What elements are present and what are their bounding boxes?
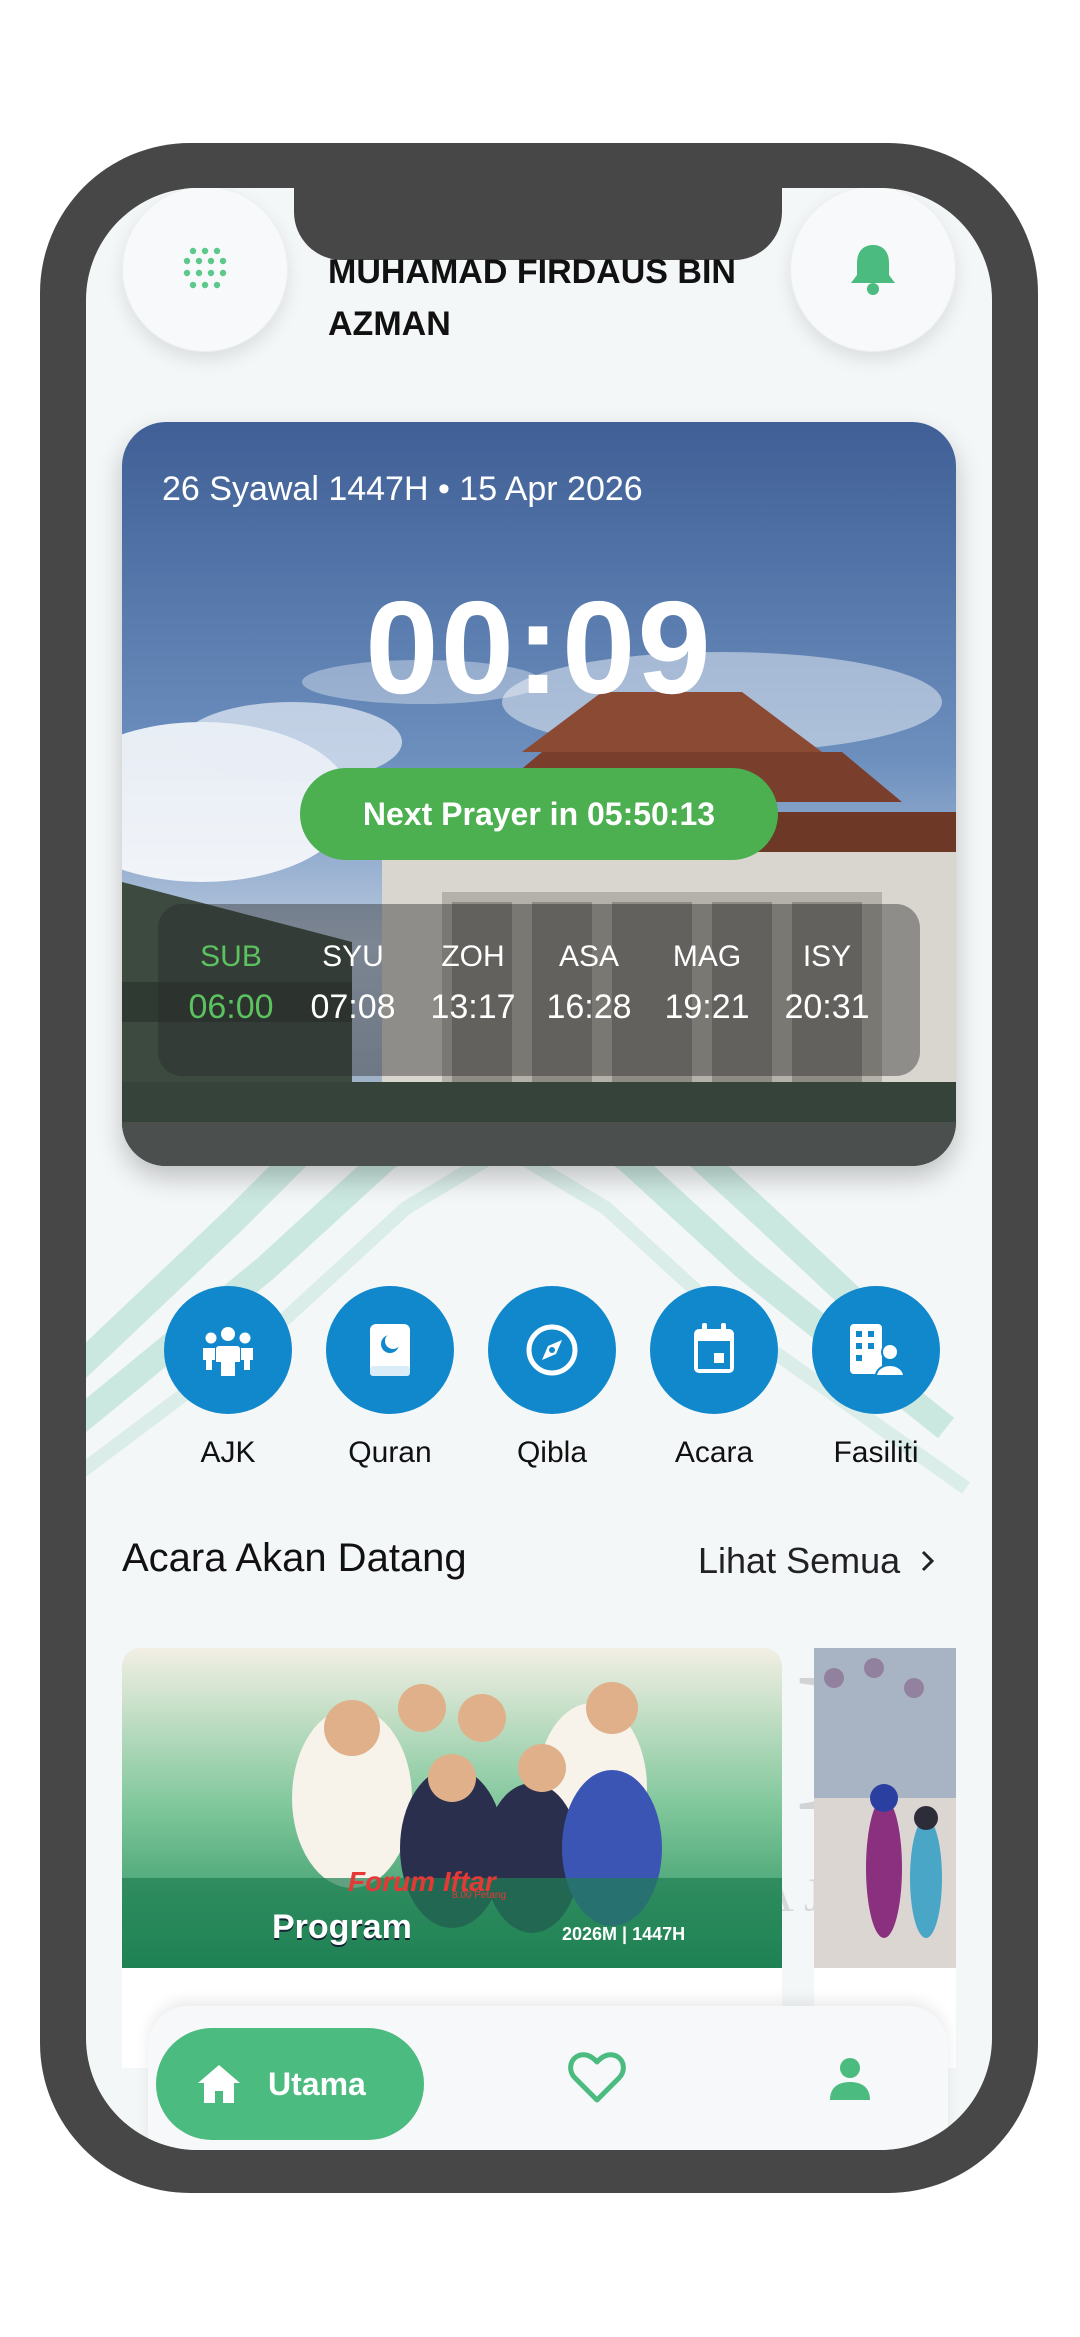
quick-action-acara[interactable]: Acara bbox=[650, 1286, 778, 1470]
quran-book-icon bbox=[370, 1324, 410, 1376]
quick-action-qibla[interactable]: Qibla bbox=[488, 1286, 616, 1470]
quick-action-label: Acara bbox=[674, 1436, 754, 1469]
poster-program: Program bbox=[272, 1908, 412, 1946]
nav-profile-button[interactable] bbox=[828, 2056, 872, 2107]
prayer-time: 06:00 bbox=[188, 988, 274, 1026]
quick-action-circle[interactable] bbox=[650, 1286, 778, 1414]
grid-dots-icon bbox=[183, 247, 227, 289]
quick-action-label: Qibla bbox=[516, 1436, 588, 1469]
person-icon bbox=[830, 2058, 870, 2100]
heart-icon bbox=[568, 2052, 626, 2103]
notification-button[interactable] bbox=[790, 188, 956, 352]
quick-action-fasiliti[interactable]: Fasiliti bbox=[812, 1286, 940, 1470]
prayer-name: SYU bbox=[322, 940, 384, 973]
event-photo-image bbox=[814, 1648, 956, 1968]
quick-action-circle[interactable] bbox=[164, 1286, 292, 1414]
prayer-time: 13:17 bbox=[430, 988, 516, 1026]
see-all-label: Lihat Semua bbox=[698, 1540, 901, 1581]
nav-home-label: Utama bbox=[268, 2065, 366, 2102]
app-screen: MASJID BANDAR BUKIT RAJA MUHAMAD FIRDAUS… bbox=[86, 188, 992, 2150]
prayer-time: 07:08 bbox=[310, 988, 396, 1026]
upcoming-events-title: Acara Akan Datang bbox=[122, 1536, 467, 1580]
see-all-link[interactable]: Lihat Semua bbox=[698, 1540, 938, 1582]
prayer-time: 16:28 bbox=[546, 988, 632, 1026]
quick-action-circle[interactable] bbox=[812, 1286, 940, 1414]
people-icon bbox=[203, 1327, 253, 1376]
user-name: MUHAMAD FIRDAUS BIN AZMAN bbox=[328, 253, 736, 343]
quick-action-label: Fasiliti bbox=[833, 1436, 919, 1469]
event-card[interactable]: Forum Iftar 8.00 Petang Program 2026M | … bbox=[122, 1648, 782, 1968]
compass-icon bbox=[526, 1324, 578, 1376]
quick-action-circle[interactable] bbox=[488, 1286, 616, 1414]
quick-action-ajk[interactable]: AJK bbox=[164, 1286, 292, 1470]
home-icon bbox=[198, 2065, 240, 2103]
quick-action-label: Quran bbox=[348, 1436, 432, 1469]
prayer-name: ZOH bbox=[441, 940, 505, 973]
prayer-time-sub: SUB 06:00 bbox=[176, 940, 286, 1027]
hijri-gregorian-date: 26 Syawal 1447H • 15 Apr 2026 bbox=[162, 470, 643, 508]
prayer-time-zoh: ZOH 13:17 bbox=[418, 940, 528, 1027]
prayer-time-asa: ASA 16:28 bbox=[534, 940, 644, 1027]
prayer-name: SUB bbox=[200, 940, 262, 973]
event-card[interactable] bbox=[814, 1648, 956, 1968]
prayer-name: MAG bbox=[672, 940, 742, 973]
bell-icon bbox=[851, 245, 895, 295]
chevron-right-icon bbox=[922, 1550, 935, 1572]
prayer-name: ISY bbox=[802, 940, 852, 973]
current-time: 00:09 bbox=[365, 574, 713, 721]
prayer-time-isy: ISY 20:31 bbox=[772, 940, 882, 1027]
prayer-time: 20:31 bbox=[784, 988, 870, 1026]
quick-action-circle[interactable] bbox=[326, 1286, 454, 1414]
building-user-icon bbox=[850, 1324, 906, 1377]
prayer-times-row: SUB 06:00 SYU 07:08 ZOH 13:17 ASA 16:28 … bbox=[158, 904, 920, 1076]
prayer-name: ASA bbox=[558, 940, 620, 973]
bottom-navigation: Utama bbox=[148, 2006, 948, 2150]
poster-year: 2026M | 1447H bbox=[562, 1924, 686, 1944]
calendar-icon bbox=[694, 1323, 734, 1373]
next-prayer-badge[interactable]: Next Prayer in 05:50:13 bbox=[300, 768, 778, 860]
menu-button[interactable] bbox=[122, 188, 288, 352]
event-poster-image bbox=[122, 1648, 782, 1968]
quick-action-label: AJK bbox=[200, 1436, 256, 1469]
prayer-time-syu: SYU 07:08 bbox=[298, 940, 408, 1027]
prayer-time: 19:21 bbox=[664, 988, 750, 1026]
nav-home-button[interactable]: Utama bbox=[156, 2028, 424, 2140]
poster-time: 8.00 Petang bbox=[452, 1890, 506, 1901]
prayer-time-mag: MAG 19:21 bbox=[652, 940, 762, 1027]
quick-action-quran[interactable]: Quran bbox=[326, 1286, 454, 1470]
prayer-times-card: 26 Syawal 1447H • 15 Apr 2026 00:09 Next… bbox=[122, 422, 956, 1166]
nav-favorite-button[interactable] bbox=[568, 2052, 626, 2109]
